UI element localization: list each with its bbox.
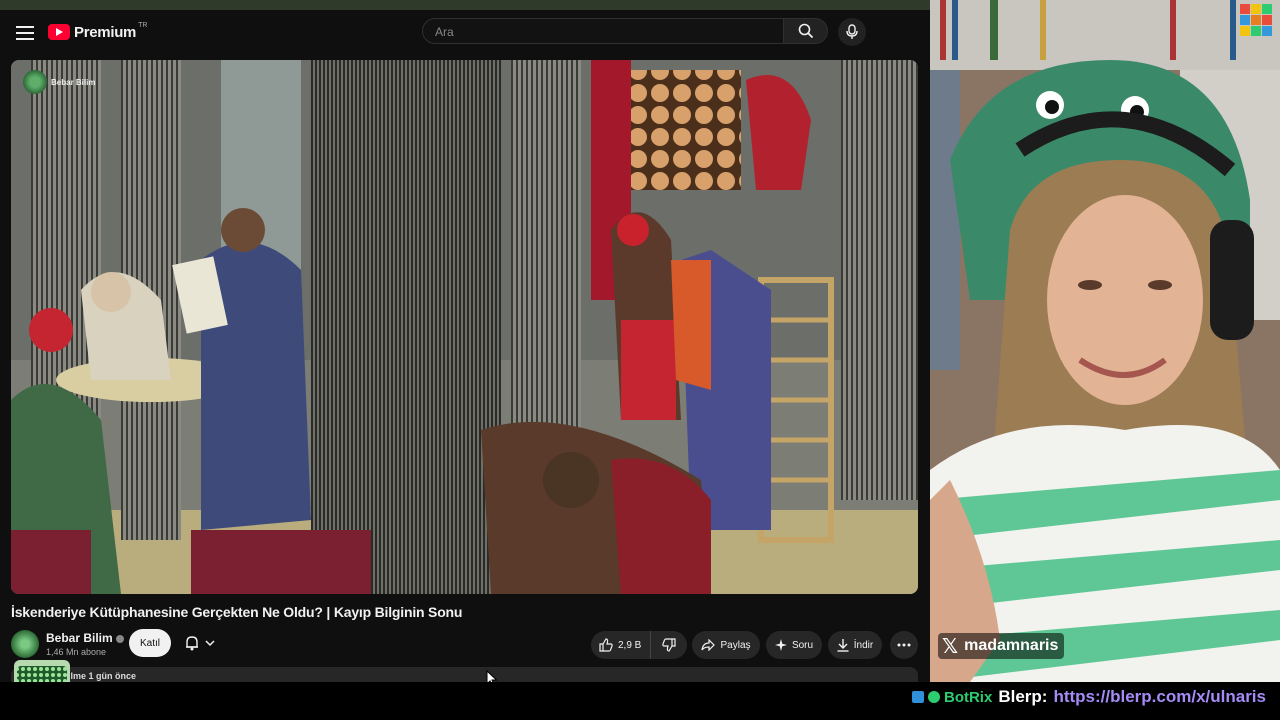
chat-bot-name: BotRix (943, 688, 993, 706)
more-actions-button[interactable] (890, 631, 918, 659)
download-icon (837, 638, 849, 652)
streamer-name-badge: 𝕏 madamnaris (938, 633, 1065, 659)
brand-label: Premium (74, 23, 137, 41)
search-button[interactable] (784, 18, 828, 44)
channel-name-text[interactable]: Bebar Bilim (46, 631, 113, 645)
thumbs-up-icon (599, 638, 613, 652)
youtube-logo[interactable]: Premium TR (48, 21, 148, 41)
dislike-button[interactable] (651, 631, 687, 659)
ask-button[interactable]: Soru (766, 631, 822, 659)
more-horizontal-icon (897, 643, 911, 647)
verified-icon (115, 634, 124, 643)
like-dislike-group: 2,9 B (591, 631, 687, 659)
subscriber-count: 1,46 Mn abone (46, 647, 107, 657)
voice-search-button[interactable] (838, 18, 866, 46)
search-box (422, 18, 784, 44)
channel-watermark-name: Bebar Bilim (51, 77, 96, 87)
webcam-image (930, 0, 1280, 682)
bot-badge-icon (911, 691, 924, 703)
like-count: 2,9 B (618, 639, 642, 651)
verified-badge-icon (927, 691, 940, 703)
join-button[interactable]: Katıl (129, 629, 171, 657)
webcam-feed (930, 0, 1280, 682)
channel-avatar[interactable] (11, 630, 39, 658)
header: Premium TR (0, 10, 930, 54)
download-button[interactable]: İndir (828, 631, 882, 659)
rubik-cube-icon (1240, 4, 1272, 36)
streamer-handle: madamnaris (964, 637, 1059, 654)
download-label: İndir (853, 639, 874, 651)
ask-label: Soru (791, 639, 814, 651)
chat-ticker: BotRix Blerp: https://blerp.com/x/ulnari… (0, 682, 1280, 720)
video-frame-illustration (11, 60, 918, 594)
mic-icon (846, 24, 858, 39)
notification-bell-button[interactable] (176, 629, 224, 657)
search-input[interactable] (433, 24, 767, 40)
description-box[interactable]: ilme 1 gün önce (11, 667, 918, 682)
search-icon (798, 23, 813, 39)
bell-icon (186, 636, 198, 651)
channel-watermark: Bebar Bilim (23, 70, 95, 94)
share-label: Paylaş (720, 639, 751, 651)
video-title: İskenderiye Kütüphanesine Gerçekten Ne O… (11, 604, 463, 620)
description-meta: ilme 1 gün önce (68, 671, 137, 681)
video-player[interactable]: Bebar Bilim (11, 60, 918, 594)
share-icon (701, 639, 716, 651)
chevron-down-icon (205, 640, 215, 647)
x-logo-icon: 𝕏 (942, 634, 959, 658)
youtube-play-icon (48, 24, 70, 40)
thumbs-down-icon (662, 638, 676, 652)
menu-icon[interactable] (16, 22, 34, 42)
top-strip (0, 0, 930, 10)
sparkle-icon (774, 639, 787, 651)
channel-watermark-logo (23, 70, 47, 94)
like-button[interactable]: 2,9 B (591, 631, 651, 659)
chat-link[interactable]: https://blerp.com/x/ulnaris (1053, 687, 1266, 707)
channel-name[interactable]: Bebar Bilim (46, 631, 124, 645)
youtube-window: Premium TR Ara Bebar Bilim İskenderiye K… (0, 10, 930, 688)
chat-message: Blerp: (998, 687, 1048, 706)
country-code: TR (138, 21, 148, 29)
share-button[interactable]: Paylaş (692, 631, 760, 659)
